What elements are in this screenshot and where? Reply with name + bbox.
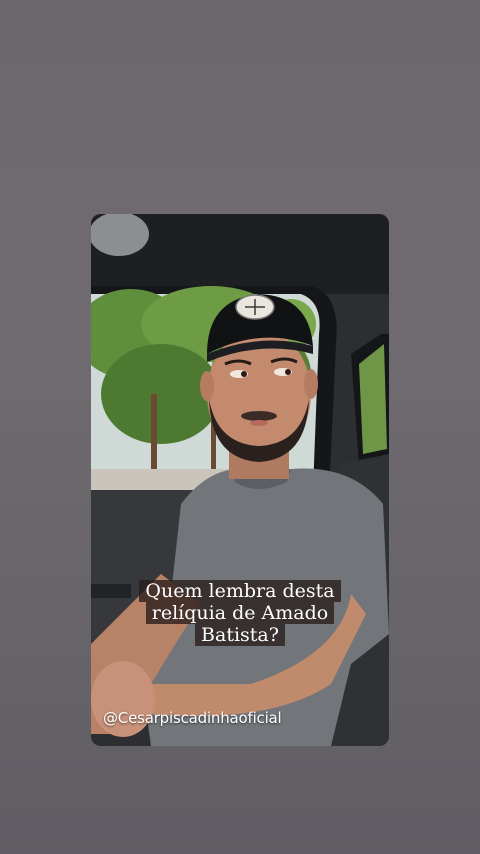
- caption-line-2: relíquia de Amado: [145, 602, 335, 624]
- story-media-card[interactable]: Quem lembra desta relíquia de Amado Bati…: [91, 214, 389, 746]
- caption-line-3: Batista?: [195, 624, 285, 646]
- cap-logo-icon: [235, 294, 275, 320]
- story-caption: Quem lembra desta relíquia de Amado Bati…: [91, 580, 389, 646]
- user-handle[interactable]: @Cesarpiscadinhaoficial: [103, 709, 282, 727]
- caption-line-1: Quem lembra desta: [139, 580, 341, 602]
